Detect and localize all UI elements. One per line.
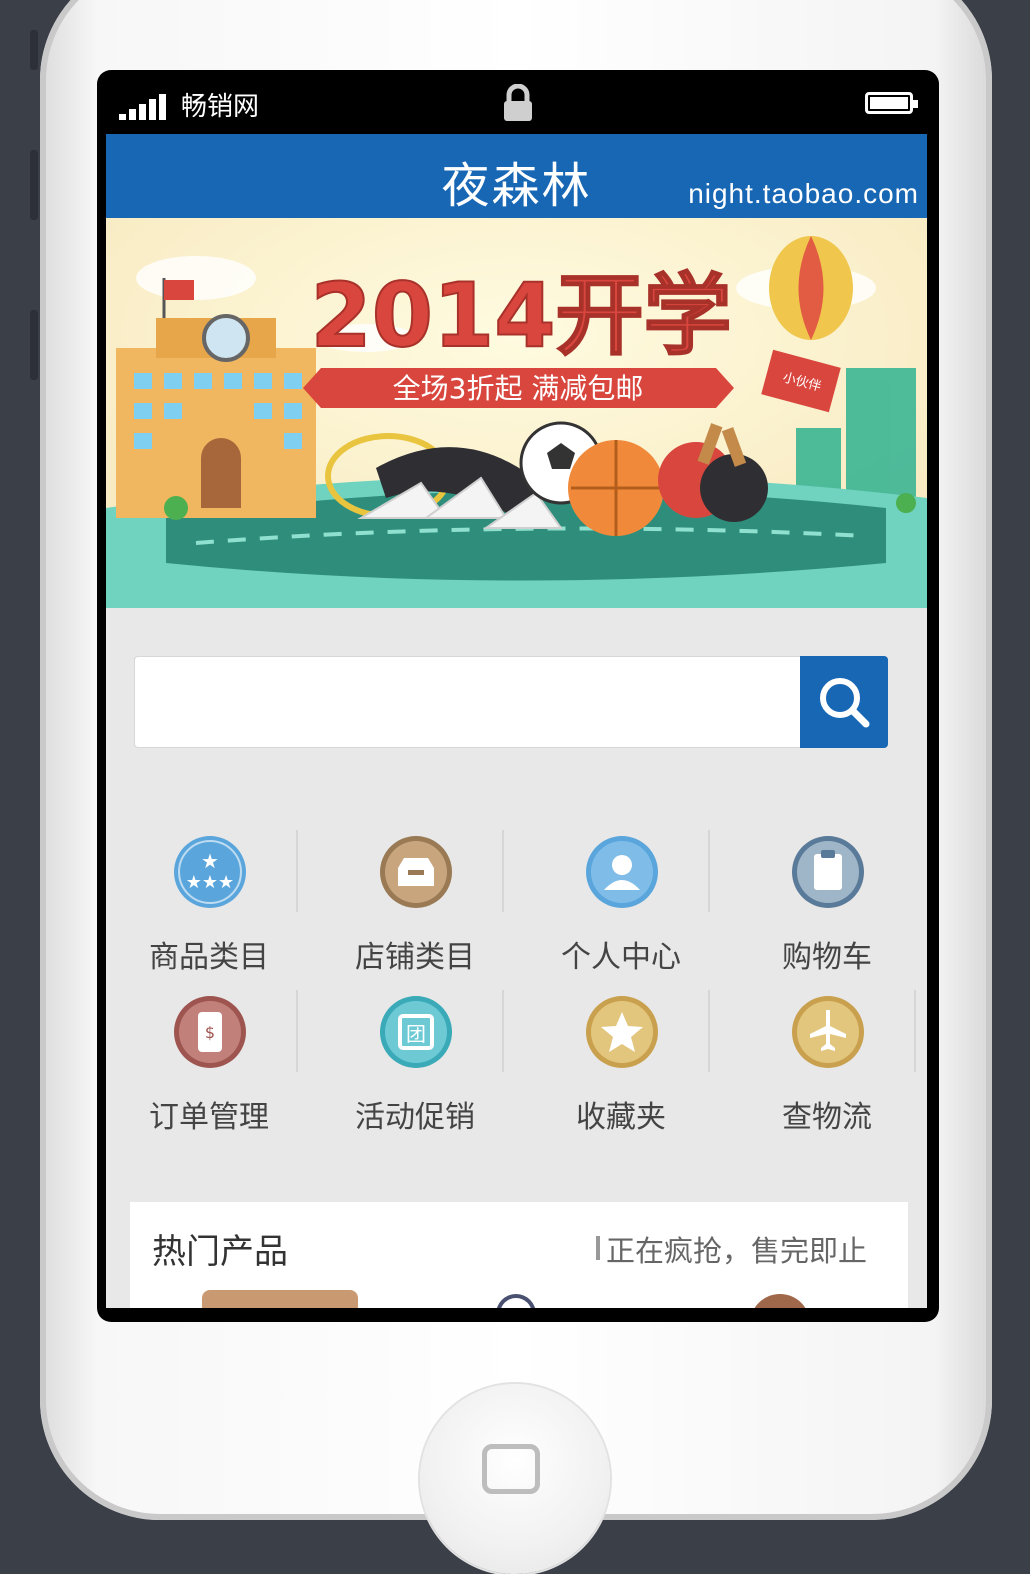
app-header: 夜森林 night.taobao.com (106, 134, 927, 218)
nav-label: 购物车 (782, 940, 872, 975)
airplane-icon (792, 996, 864, 1068)
nav-item-track-logistics[interactable]: 查物流 (724, 994, 927, 1144)
stars-icon: ★ ★★★ (174, 836, 246, 908)
banner-ribbon: 全场3折起 满减包邮 (393, 372, 644, 405)
lock-icon (504, 84, 532, 121)
nav-item-shopping-cart[interactable]: 购物车 (724, 834, 927, 984)
battery-icon (865, 92, 918, 114)
home-button[interactable] (420, 1384, 610, 1574)
nav-label: 活动促销 (355, 1100, 475, 1135)
nav-label: 订单管理 (149, 1100, 269, 1135)
nav-label: 收藏夹 (576, 1100, 666, 1135)
nav-item-personal-center[interactable]: 个人中心 (518, 834, 724, 984)
volume-down-button (30, 310, 38, 380)
nav-label: 查物流 (782, 1100, 872, 1135)
svg-text:★★★: ★★★ (186, 872, 234, 893)
grid-divider (502, 830, 504, 912)
grid-divider (914, 990, 916, 1072)
star-icon (586, 996, 658, 1068)
svg-text:$: $ (205, 1023, 215, 1042)
svg-text:★: ★ (201, 849, 219, 873)
search-bar (134, 656, 888, 748)
volume-up-button (30, 150, 38, 220)
search-button[interactable] (800, 656, 888, 748)
nav-item-shop-categories[interactable]: 店铺类目 (312, 834, 518, 984)
hot-products-title: 热门产品 (152, 1232, 288, 1272)
svg-text:团: 团 (406, 1022, 426, 1046)
product-thumbnail[interactable] (496, 1294, 536, 1308)
nav-label: 店铺类目 (355, 940, 475, 975)
product-thumbnail[interactable] (202, 1290, 358, 1308)
nav-label: 个人中心 (561, 940, 681, 975)
nav-item-favorites[interactable]: 收藏夹 (518, 994, 724, 1144)
phone-dollar-icon: $ (174, 996, 246, 1068)
group-buy-icon: 团 (380, 996, 452, 1068)
box-icon (380, 836, 452, 908)
grid-divider (502, 990, 504, 1072)
grid-divider (296, 990, 298, 1072)
grid-divider (708, 990, 710, 1072)
mute-switch (30, 30, 38, 70)
nav-item-order-management[interactable]: $ 订单管理 (106, 994, 312, 1144)
app-view: 夜森林 night.taobao.com 2014开学 全场3折起 满减包邮 小… (106, 134, 927, 1308)
phone-screen: 畅销网 夜森林 night.taobao.com 2014开学 全场3折起 满减… (97, 70, 939, 1322)
nav-label: 商品类目 (149, 940, 269, 975)
search-input[interactable] (137, 659, 797, 745)
hot-products-subtitle: 正在疯抢，售完即止 (606, 1234, 868, 1268)
hot-products-panel: 热门产品 正在疯抢，售完即止 (130, 1202, 908, 1308)
store-domain[interactable]: night.taobao.com (688, 178, 919, 210)
home-square-icon (482, 1444, 540, 1494)
banner-headline: 2014开学 (311, 264, 732, 367)
clipboard-icon (792, 836, 864, 908)
user-icon (586, 836, 658, 908)
separator-bar (596, 1236, 600, 1260)
product-thumbnail[interactable] (750, 1294, 810, 1308)
signal-bars-icon (119, 90, 169, 120)
nav-item-promotions[interactable]: 团 活动促销 (312, 994, 518, 1144)
carrier-name: 畅销网 (181, 92, 260, 122)
search-icon (820, 678, 870, 728)
status-bar: 畅销网 (97, 70, 939, 134)
promo-banner[interactable]: 2014开学 全场3折起 满减包邮 小伙伴 (106, 218, 927, 608)
nav-item-product-categories[interactable]: ★ ★★★ 商品类目 (106, 834, 312, 984)
grid-divider (296, 830, 298, 912)
grid-divider (708, 830, 710, 912)
